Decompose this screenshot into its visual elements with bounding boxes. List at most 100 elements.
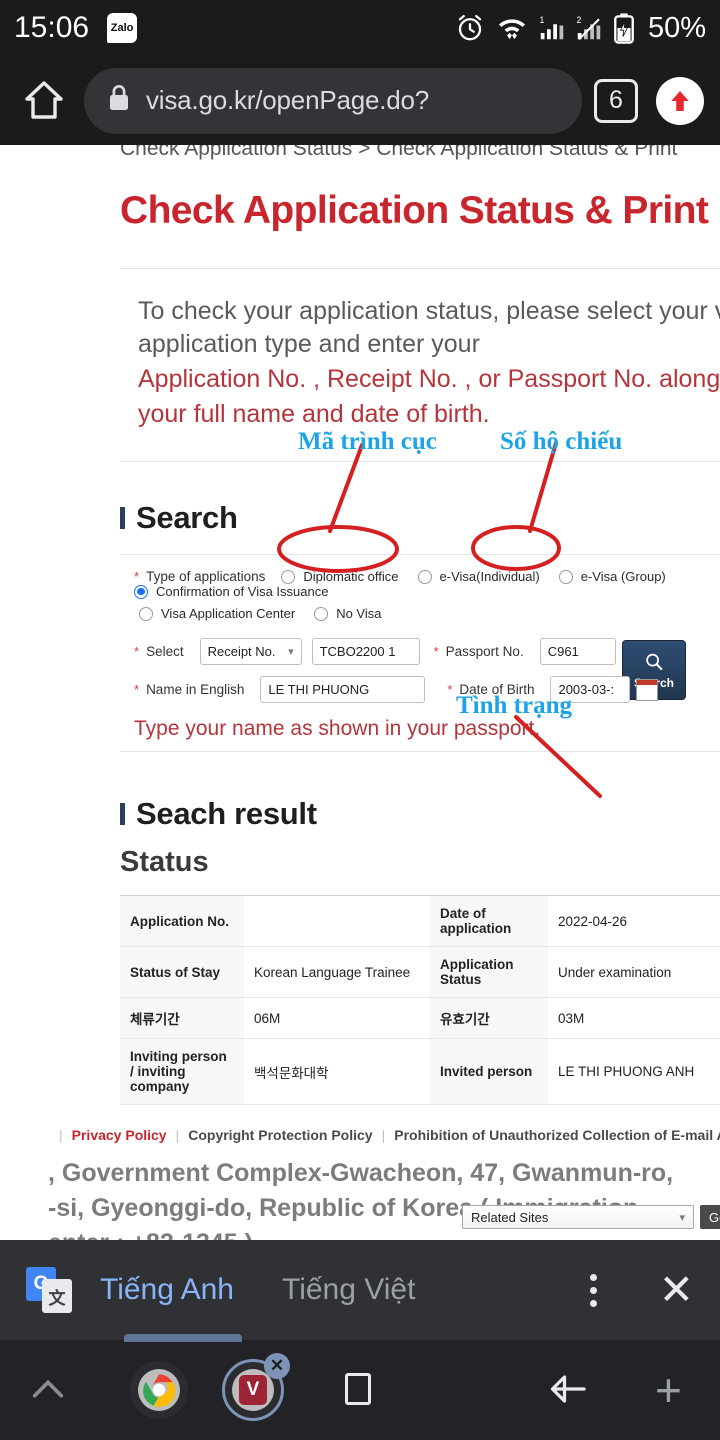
date-of-birth-input[interactable]: 2003-03-:: [550, 676, 631, 703]
heading-bar-icon: [120, 507, 125, 529]
alarm-icon: [458, 15, 482, 41]
cell-value: LE THI PHUONG ANH: [548, 1038, 720, 1105]
lock-icon: [106, 83, 132, 118]
radio-confirmation-of-visa-issuance[interactable]: Confirmation of Visa Issuance: [134, 584, 328, 599]
home-button[interactable]: [16, 77, 72, 125]
footer-link-privacy[interactable]: Privacy Policy: [72, 1127, 167, 1143]
svg-text:1: 1: [539, 15, 544, 25]
footer-link-copyright[interactable]: Copyright Protection Policy: [188, 1127, 372, 1143]
add-tab-icon: +: [655, 1364, 682, 1416]
sidebar-item-lottery[interactable]: ttery: [0, 253, 58, 270]
battery-charging-icon: [614, 13, 634, 44]
tab-counter-button[interactable]: 6: [594, 78, 638, 123]
browser-toolbar: visa.go.kr/openPage.do? 6: [0, 56, 720, 145]
home-button-nav[interactable]: [345, 1373, 371, 1405]
notice-line-2: application type and enter your: [138, 330, 480, 358]
site-sidebar: ation Status & ttery ATOR go: [0, 145, 58, 394]
receipt-no-input[interactable]: TCBO2200 1: [311, 638, 420, 665]
calendar-icon[interactable]: [636, 678, 659, 701]
url-text: visa.go.kr/openPage.do?: [146, 85, 430, 115]
status-subheading: Status: [120, 846, 209, 878]
tab-chip-active: V ✕: [222, 1353, 290, 1421]
tab-chip: [130, 1361, 188, 1419]
cell-label: Invited person: [430, 1038, 548, 1105]
document-type-select[interactable]: Receipt No. ▾: [199, 638, 302, 665]
passport-no-input[interactable]: C961: [539, 638, 616, 665]
radio-diplomatic-office[interactable]: Diplomatic office: [281, 569, 399, 584]
search-section-heading: Search: [120, 500, 720, 536]
table-row: 체류기간 06M 유효기간 03M: [120, 997, 720, 1039]
cell-value: 03M: [548, 997, 720, 1039]
chevron-down-icon: ▾: [679, 1211, 685, 1224]
visa-site-icon: V: [239, 1375, 267, 1405]
radio-label: Diplomatic office: [303, 569, 399, 584]
footer-divider: |: [175, 1127, 180, 1143]
web-page-viewport: ation Status & ttery ATOR go Check Appli…: [0, 145, 720, 1240]
tab-strip-handle[interactable]: [124, 1334, 242, 1342]
cell-label: 유효기간: [430, 997, 548, 1039]
translate-bar-actions: ✕: [589, 1269, 694, 1311]
radio-visa-application-center[interactable]: Visa Application Center: [139, 606, 295, 621]
radio-label: Visa Application Center: [161, 606, 296, 621]
notice-box: To check your application status, please…: [120, 268, 720, 462]
footer-divider: |: [59, 1127, 63, 1143]
close-icon[interactable]: ✕: [659, 1269, 694, 1311]
notice-red-line-1: Application No. , Receipt No. , or Passp…: [138, 365, 720, 393]
cell-value: [244, 895, 430, 947]
zalo-notification-icon: Zalo: [107, 13, 138, 43]
bottom-nav-bar: V ✕ +: [0, 1334, 720, 1440]
result-table: Application No. Date of application 2022…: [120, 895, 720, 1105]
name-in-english-input[interactable]: LE THI PHUONG: [260, 676, 426, 703]
expand-up-button[interactable]: [28, 1374, 68, 1404]
back-button-nav[interactable]: [548, 1372, 590, 1406]
radio-evisa-group[interactable]: e-Visa (Group): [558, 569, 666, 584]
chrome-tab-chip[interactable]: [130, 1361, 188, 1419]
radio-icon: [281, 569, 296, 584]
type-of-applications-row: * Type of applications Diplomatic office…: [134, 569, 720, 599]
radio-icon: [314, 606, 329, 621]
home-icon: [25, 80, 63, 119]
search-heading-label: Search: [136, 500, 238, 535]
active-tab-chip[interactable]: V ✕: [222, 1353, 290, 1421]
google-translate-icon: G 文: [26, 1267, 72, 1313]
footer-divider: |: [381, 1127, 386, 1143]
sidebar-item-status[interactable]: Status &: [0, 209, 58, 226]
radio-icon-selected: [134, 584, 148, 599]
cell-label: Application Status: [430, 946, 548, 998]
status-bar: 15:06 Zalo 1 2 50%: [0, 0, 720, 56]
translate-target-language[interactable]: Tiếng Việt: [282, 1273, 415, 1307]
required-marker: *: [447, 682, 453, 697]
status-clock: 15:06: [14, 11, 90, 44]
more-vertical-icon[interactable]: [589, 1273, 597, 1307]
breadcrumb: Check Application Status > Check Applica…: [120, 145, 678, 160]
related-sites-select[interactable]: Related Sites ▾: [462, 1205, 694, 1229]
radio-no-visa[interactable]: No Visa: [314, 606, 381, 621]
cell-label: Status of Stay: [120, 946, 244, 998]
document-type-value: Receipt No.: [207, 644, 276, 659]
google-translate-bar: G 文 Tiếng Anh Tiếng Việt ✕: [0, 1240, 720, 1340]
scroll-to-top-button[interactable]: [656, 76, 704, 125]
radio-evisa-individual[interactable]: e-Visa(Individual): [417, 569, 540, 584]
add-tab-button[interactable]: +: [655, 1367, 682, 1413]
cell-label: Application No.: [120, 895, 244, 947]
footer-link-email-prohibition[interactable]: Prohibition of Unauthorized Collection o…: [394, 1127, 720, 1143]
close-tab-icon[interactable]: ✕: [264, 1353, 290, 1379]
arrow-up-icon: [671, 90, 689, 111]
status-icons: 1 2 50%: [455, 12, 706, 45]
chrome-icon: [138, 1369, 180, 1411]
cell-value: 백석문화대학: [244, 1038, 430, 1105]
cell-label: 체류기간: [120, 997, 244, 1039]
cell-value: Under examination: [548, 946, 720, 998]
sidebar-heading: ation: [0, 145, 58, 161]
translate-source-language[interactable]: Tiếng Anh: [100, 1273, 234, 1307]
related-sites-value: Related Sites: [471, 1209, 549, 1225]
related-sites-go-button[interactable]: Go: [700, 1205, 720, 1229]
address-bar[interactable]: visa.go.kr/openPage.do?: [84, 67, 582, 134]
cell-label: Inviting person / inviting company: [120, 1038, 244, 1105]
expand-up-icon: [32, 1379, 64, 1398]
home-square-icon: [345, 1373, 371, 1405]
device-screen: 15:06 Zalo 1 2 50% visa.go.kr/openPage.d…: [0, 0, 720, 1440]
radio-label: Confirmation of Visa Issuance: [156, 584, 329, 599]
radio-label: e-Visa(Individual): [439, 569, 540, 584]
page-title: Check Application Status & Print: [120, 189, 709, 232]
